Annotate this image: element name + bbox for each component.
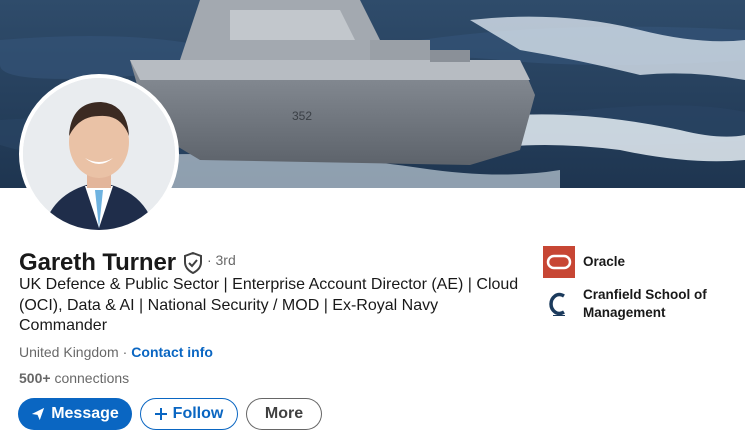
message-button[interactable]: Message xyxy=(18,398,132,430)
connections-label: connections xyxy=(54,370,130,386)
profile-location: United Kingdom xyxy=(19,344,119,360)
company-name: Oracle xyxy=(583,254,626,269)
profile-avatar[interactable] xyxy=(19,74,179,234)
send-icon xyxy=(31,407,45,421)
profile-name: Gareth Turner xyxy=(19,249,176,276)
message-button-label: Message xyxy=(51,405,119,422)
svg-text:352: 352 xyxy=(292,109,312,123)
follow-button[interactable]: Follow xyxy=(140,398,238,430)
oracle-logo-icon xyxy=(543,246,575,278)
verified-shield-icon[interactable] xyxy=(183,251,203,275)
more-button-label: More xyxy=(264,405,304,422)
name-row: Gareth Turner · 3rd xyxy=(19,248,236,278)
avatar-photo xyxy=(23,78,175,230)
school-name: Cranfield School of Management xyxy=(583,287,707,320)
contact-info-link[interactable]: Contact info xyxy=(131,344,213,360)
current-company-oracle[interactable]: Oracle xyxy=(543,246,723,278)
follow-button-label: Follow xyxy=(172,405,224,422)
location-separator: · xyxy=(122,344,128,360)
connections-number: 500+ xyxy=(19,370,51,386)
profile-headline: UK Defence & Public Sector | Enterprise … xyxy=(19,276,519,334)
education-cranfield[interactable]: Cranfield School of Management xyxy=(543,286,723,322)
location-row: United Kingdom · Contact info xyxy=(19,344,213,360)
plus-icon xyxy=(154,408,167,420)
cranfield-logo-icon xyxy=(543,288,575,320)
connections-count[interactable]: 500+ connections xyxy=(19,370,129,386)
more-button[interactable]: More xyxy=(246,398,322,430)
connection-degree: · 3rd xyxy=(206,252,236,268)
profile-actions: Message Follow More xyxy=(18,398,322,430)
